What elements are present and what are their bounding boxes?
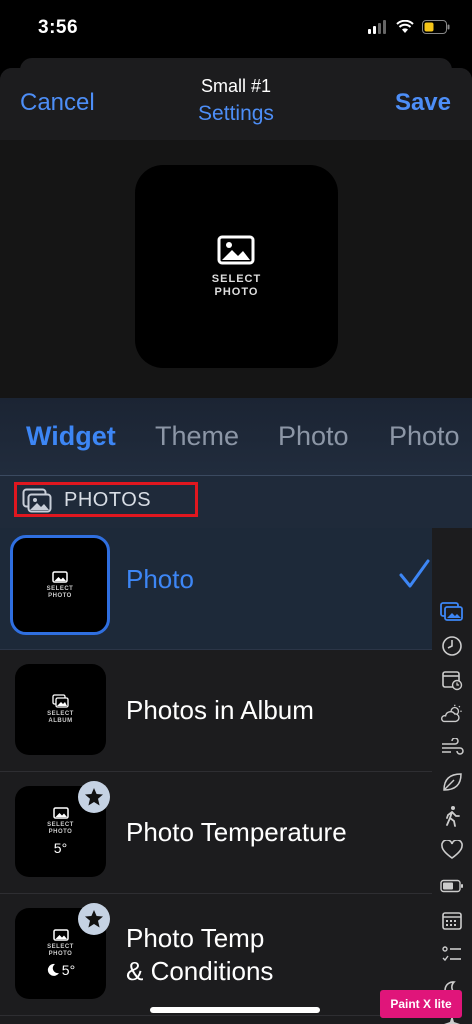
clock-icon[interactable] [440, 634, 464, 658]
list-item-label: Photo Temperature [126, 817, 347, 847]
photos-icon[interactable] [440, 600, 464, 624]
thumbnail-caption-line2: PHOTO [48, 592, 72, 599]
thumbnail-caption-line1: SELECT [47, 822, 74, 828]
battery-level-icon[interactable] [440, 874, 464, 898]
list-item-photo-temp-conditions[interactable]: SELECT PHOTO 5° Photo Temp & Conditions [0, 894, 432, 1016]
signal-icon [368, 20, 386, 34]
tab-widget[interactable]: Widget [26, 421, 116, 452]
image-icon [52, 570, 68, 583]
star-icon [85, 788, 103, 806]
wind-icon[interactable] [440, 736, 464, 760]
tab-photo-2[interactable]: Photo [389, 421, 460, 452]
thumbnail-caption-line1: SELECT [47, 711, 74, 717]
calendar-grid-icon[interactable] [440, 909, 464, 933]
wifi-icon [396, 20, 414, 33]
tab-photo[interactable]: Photo [278, 421, 349, 452]
preview-caption: SELECT PHOTO [135, 273, 338, 299]
image-icon [52, 929, 69, 941]
home-indicator [150, 1007, 320, 1013]
list-item-label-line2: & Conditions [126, 956, 274, 986]
section-header-photos: PHOTOS [0, 476, 472, 528]
watermark: Paint X lite [380, 990, 462, 1018]
save-button[interactable]: Save [395, 89, 451, 117]
weather-icon[interactable] [440, 702, 464, 726]
widget-settings-sheet: Cancel Small #1 Settings Save SELECT PHO… [0, 68, 472, 1024]
list-item-photo[interactable]: SELECT PHOTO Photo [0, 528, 432, 650]
thumbnail-temperature: 5° [46, 962, 75, 978]
thumbnail-caption-line1: SELECT [46, 585, 74, 592]
checkmark-icon [399, 559, 430, 588]
preview-caption-line2: PHOTO [214, 286, 259, 298]
list-item-label: Photo [126, 564, 194, 594]
thumbnail-caption: SELECT ALBUM [47, 711, 74, 725]
tab-bar: Widget Theme Photo Photo [0, 398, 472, 476]
thumbnail: SELECT PHOTO [10, 535, 110, 635]
photos-stack-icon [22, 488, 52, 513]
list-item-label: Photos in Album [126, 695, 314, 725]
moon-icon [47, 963, 59, 976]
image-icon [52, 807, 69, 819]
widget-list: SELECT PHOTO Photo SELECT ALBUM Photos i… [0, 528, 432, 1016]
status-icons [368, 20, 450, 34]
list-item-photos-in-album[interactable]: SELECT ALBUM Photos in Album [0, 650, 432, 772]
premium-star-badge [78, 781, 110, 813]
checklist-icon[interactable] [440, 943, 464, 967]
star-icon [85, 910, 103, 928]
list-item-label-line1: Photo Temp [126, 923, 265, 953]
calendar-icon[interactable] [440, 668, 464, 692]
thumbnail-caption-line2: ALBUM [48, 718, 73, 724]
thumbnail-caption: SELECT PHOTO [47, 944, 74, 958]
walking-icon[interactable] [440, 804, 464, 828]
premium-star-badge [78, 903, 110, 935]
list-item-photo-temperature[interactable]: SELECT PHOTO 5° Photo Temperature [0, 772, 432, 894]
thumbnail-caption-line2: PHOTO [48, 951, 73, 957]
list-item-label: Photo Temp & Conditions [126, 922, 273, 988]
thumbnail-caption-line1: SELECT [47, 944, 74, 950]
thumbnail-caption: SELECT PHOTO [47, 586, 74, 600]
nav-bar: Cancel Small #1 Settings Save [0, 68, 472, 140]
thumbnail-temperature-value: 5° [61, 962, 76, 978]
tab-theme[interactable]: Theme [155, 421, 239, 452]
preview-caption-line1: SELECT [211, 273, 262, 285]
battery-icon [422, 20, 450, 34]
status-time: 3:56 [38, 17, 79, 38]
leaf-icon[interactable] [440, 770, 464, 794]
widget-preview[interactable]: SELECT PHOTO [135, 165, 338, 368]
thumbnail-caption-line2: PHOTO [48, 829, 73, 835]
photos-stack-icon [51, 694, 69, 708]
thumbnail: SELECT ALBUM [15, 664, 106, 755]
status-bar: 3:56 [0, 0, 472, 58]
image-icon [217, 235, 255, 265]
section-label: PHOTOS [64, 489, 152, 511]
thumbnail-caption: SELECT PHOTO [47, 822, 74, 836]
category-index-bar [432, 528, 472, 1024]
heart-icon[interactable] [440, 838, 464, 862]
thumbnail-temperature: 5° [53, 840, 68, 856]
